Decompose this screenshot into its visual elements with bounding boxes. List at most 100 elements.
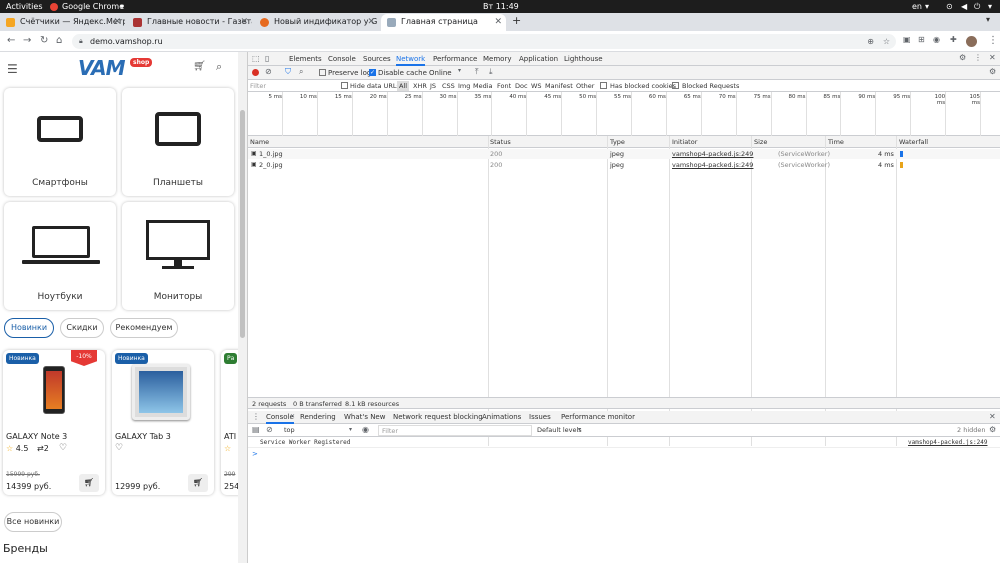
type-filter-all[interactable]: All — [397, 81, 410, 91]
compare-count[interactable]: ⇄2 — [37, 444, 49, 453]
drawer-tab-performance-monitor[interactable]: Performance monitor — [561, 411, 635, 424]
app-menu-chevron-icon[interactable]: ▾ — [120, 2, 124, 11]
browser-tab-gazeta[interactable]: Главные новости - Газета ✕ — [127, 14, 252, 31]
chrome-menu-icon[interactable]: ⋮ — [988, 35, 998, 46]
hamburger-menu-icon[interactable]: ☰ — [7, 62, 18, 76]
record-icon[interactable] — [252, 69, 259, 76]
hide-data-urls-checkbox[interactable] — [341, 82, 348, 89]
product-image[interactable] — [132, 364, 190, 420]
tab-lighthouse[interactable]: Lighthouse — [564, 52, 603, 66]
close-tab-icon[interactable]: ✕ — [367, 14, 375, 30]
network-filter-input[interactable]: Filter — [250, 81, 336, 91]
app-name[interactable]: Google Chrome — [62, 2, 124, 11]
column-time[interactable]: Time — [828, 137, 844, 147]
column-waterfall[interactable]: Waterfall — [899, 137, 928, 147]
add-to-cart-button[interactable]: 🛒︎ — [79, 474, 99, 492]
tab-elements[interactable]: Elements — [289, 52, 322, 66]
add-to-cart-button[interactable]: 🛒︎ — [188, 474, 208, 492]
filter-sale-button[interactable]: Скидки — [60, 318, 104, 338]
console-sidebar-icon[interactable]: ▤ — [252, 425, 260, 434]
new-tab-button[interactable]: + — [512, 14, 521, 27]
product-name[interactable]: ATI — [224, 432, 236, 441]
console-prompt[interactable]: > — [248, 449, 1000, 460]
request-name[interactable]: 2_0.jpg — [259, 160, 283, 170]
has-blocked-cookies-checkbox[interactable] — [600, 82, 607, 89]
scrollbar-thumb[interactable] — [240, 110, 245, 338]
product-name[interactable]: GALAXY Tab 3 — [115, 432, 171, 441]
lock-icon[interactable]: 🔒︎ — [79, 34, 83, 49]
type-filter-manifest[interactable]: Manifest — [545, 81, 573, 91]
type-filter-font[interactable]: Font — [497, 81, 511, 91]
tab-sources[interactable]: Sources — [363, 52, 391, 66]
product-card[interactable]: Новинка -10% GALAXY Note 3 ☆ 4.5 ⇄2 ♡ 15… — [3, 350, 105, 495]
extension-icon-1[interactable]: ▣ — [903, 35, 911, 44]
context-select[interactable]: top — [284, 425, 295, 435]
search-icon[interactable]: ⌕ — [299, 67, 303, 77]
filter-funnel-icon[interactable]: ⛉ — [285, 67, 291, 77]
console-filter-input[interactable]: Filter — [378, 425, 532, 436]
filter-recommended-button[interactable]: Рекомендуем — [110, 318, 178, 338]
waterfall-bar[interactable] — [900, 151, 903, 157]
settings-gear-icon[interactable]: ⚙ — [959, 53, 966, 62]
tab-application[interactable]: Application — [519, 52, 558, 66]
product-card[interactable]: Новинка GALAXY Tab 3 ♡ 12999 руб. 🛒︎ — [112, 350, 214, 495]
more-options-icon[interactable]: ⋮ — [974, 53, 982, 62]
back-arrow-icon[interactable]: ← — [7, 35, 15, 46]
tab-performance[interactable]: Performance — [433, 52, 477, 66]
inspect-element-icon[interactable]: ⬚ — [252, 54, 260, 63]
export-har-icon[interactable]: ⤓ — [489, 67, 493, 77]
browser-tab-google[interactable]: Новый индификатор у G ✕ — [254, 14, 379, 31]
throttle-select[interactable]: Online — [429, 66, 452, 80]
category-card-smartphones[interactable]: Смартфоны — [4, 88, 116, 196]
column-size[interactable]: Size — [754, 137, 767, 147]
search-icon[interactable]: ⌕ — [216, 60, 222, 74]
browser-tab-yandex[interactable]: Счётчики — Яндекс.Метр ✕ — [0, 14, 125, 31]
close-drawer-tab-icon[interactable]: ✕ — [290, 413, 295, 420]
page-scrollbar[interactable] — [238, 52, 247, 563]
type-filter-ws[interactable]: WS — [531, 81, 542, 91]
tab-memory[interactable]: Memory — [483, 52, 511, 66]
clock[interactable]: Вт 11:49 — [483, 2, 519, 11]
drawer-tab-request-blocking[interactable]: Network request blocking — [393, 411, 483, 424]
clear-console-icon[interactable]: ⊘ — [266, 425, 273, 434]
wishlist-heart-icon[interactable]: ♡ — [115, 443, 123, 453]
waterfall-bar[interactable] — [900, 162, 903, 168]
drawer-menu-icon[interactable]: ⋮ — [252, 412, 260, 421]
extension-icon-2[interactable]: ⊞ — [918, 35, 925, 44]
drawer-tab-issues[interactable]: Issues — [529, 411, 551, 424]
category-card-laptops[interactable]: Ноутбуки — [4, 202, 116, 310]
extensions-puzzle-icon[interactable]: ✚ — [950, 35, 957, 44]
product-image[interactable] — [43, 366, 65, 414]
request-name[interactable]: 1_0.jpg — [259, 149, 283, 159]
log-levels-select[interactable]: Default levels — [537, 425, 582, 435]
column-name[interactable]: Name — [250, 137, 269, 147]
home-icon[interactable]: ⌂ — [56, 35, 62, 46]
tab-console[interactable]: Console — [328, 52, 356, 66]
close-tab-icon[interactable]: ✕ — [113, 14, 121, 30]
type-filter-other[interactable]: Other — [576, 81, 594, 91]
volume-icon[interactable]: ◀ — [961, 2, 967, 11]
forward-arrow-icon[interactable]: → — [23, 35, 31, 46]
column-status[interactable]: Status — [490, 137, 511, 147]
category-card-monitors[interactable]: Мониторы — [122, 202, 234, 310]
type-filter-xhr[interactable]: XHR — [413, 81, 427, 91]
disable-cache-checkbox[interactable]: ✓ — [369, 69, 376, 76]
request-row[interactable]: ▣ 2_0.jpg 200 jpeg vamshop4-packed.js:24… — [248, 160, 1000, 170]
network-settings-gear-icon[interactable]: ⚙ — [989, 67, 996, 76]
activities-button[interactable]: Activities — [6, 2, 43, 11]
camera-extension-icon[interactable]: ◉ — [933, 35, 940, 44]
request-row[interactable]: ▣ 1_0.jpg 200 jpeg vamshop4-packed.js:24… — [248, 149, 1000, 159]
console-settings-gear-icon[interactable]: ⚙ — [989, 425, 996, 434]
request-initiator-link[interactable]: vamshop4-packed.js:249 — [672, 149, 753, 159]
type-filter-doc[interactable]: Doc — [515, 81, 528, 91]
network-overview-timeline[interactable]: 5 ms 10 ms 15 ms 20 ms 25 ms 30 ms 35 ms 40 ms 4… — [248, 92, 1000, 136]
live-expression-eye-icon[interactable]: ◉ — [362, 425, 369, 434]
category-card-tablets[interactable]: Планшеты — [122, 88, 234, 196]
power-icon[interactable]: ⏻ — [974, 2, 980, 12]
all-new-button[interactable]: Все новинки — [4, 512, 62, 532]
product-card[interactable]: Ра ATI ☆ 299 254 — [221, 350, 238, 495]
bookmark-star-icon[interactable]: ☆ — [883, 34, 890, 49]
tab-search-chevron-icon[interactable]: ▾ — [986, 15, 990, 24]
reload-icon[interactable]: ↻ — [40, 35, 48, 46]
drawer-tab-animations[interactable]: Animations — [482, 411, 521, 424]
